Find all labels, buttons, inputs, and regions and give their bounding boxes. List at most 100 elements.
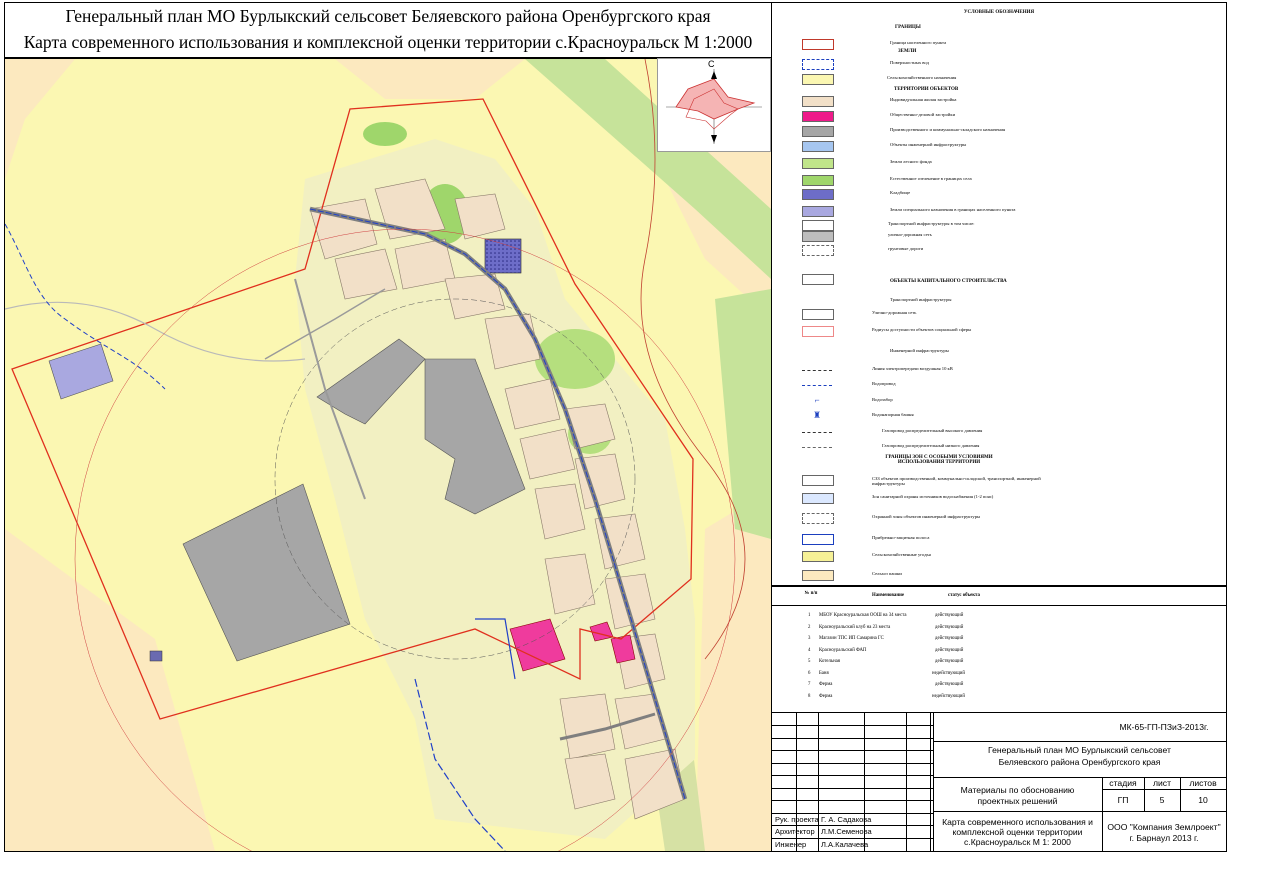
gas-low-swatch <box>802 447 832 448</box>
water-protection-swatch <box>802 493 834 504</box>
legend-section-heading: ТЕРРИТОРИИ ОБЪЕКТОВ <box>894 87 959 92</box>
table-cell-name: Ферма <box>819 694 833 699</box>
legend-item-label: Объекты инженерной инфраструктуры <box>890 142 967 147</box>
legend-item-label: Газопровод распределительный низкого дав… <box>882 443 980 448</box>
table-row: 4 Красноуральский ФАП действующий <box>772 648 1226 660</box>
forest-patch-2 <box>363 122 407 146</box>
street-swatch <box>802 231 834 242</box>
arable-field-se <box>695 489 771 851</box>
legend-item: Газопровод распределительный низкого дав… <box>772 442 1226 456</box>
legend-item: ♜ Водонапорная башня <box>772 411 1226 425</box>
power-line-swatch <box>802 370 832 371</box>
legend-item: Линия электропередачи воздушная 10 кВ <box>772 365 1226 379</box>
table-cell-num: 4 <box>808 648 811 653</box>
materials-line-2: проектных решений <box>977 796 1058 806</box>
table-row: 6 Баня недействующий <box>772 671 1226 683</box>
legend-item: Сельхоз пашни <box>772 570 1226 584</box>
legend-item-label: Улично-дорожная сеть <box>872 310 917 315</box>
table-row: 5 Котельная действующий <box>772 659 1226 671</box>
compass-north-label: С <box>708 59 715 69</box>
street-line-swatch <box>802 309 834 320</box>
legend-panel: УСЛОВНЫЕ ОБОЗНАЧЕНИЯ ГРАНИЦЫ Граница нас… <box>771 2 1227 586</box>
table-cell-status: действующий <box>935 648 964 653</box>
map-canvas[interactable] <box>4 58 772 852</box>
cemetery-swatch <box>802 189 834 200</box>
table-cell-num: 2 <box>808 625 811 630</box>
objects-table-header-name: Наименование <box>872 593 904 598</box>
map-title-line-1: Генеральный план МО Бурлыкский сельсовет… <box>65 6 711 26</box>
coastal-swatch <box>802 534 834 545</box>
legend-item: Граница населенного пункта <box>772 39 1226 53</box>
legend-item: Общественно-деловой застройки <box>772 111 1226 125</box>
stage-value: ГП <box>1117 795 1129 805</box>
table-cell-name: Магазин ТПС ИП Самарина ГС <box>819 636 884 641</box>
water-intake-icon: ⌐ <box>814 395 820 405</box>
legend-item-label: Общественно-деловой застройки <box>890 112 956 117</box>
map-title-block: Генеральный план МО Бурлыкский сельсовет… <box>4 2 772 58</box>
legend-item-label: Сельхоз пашни <box>872 571 902 576</box>
map-title-line-3: с.Красноуральск М 1: 2000 <box>964 837 1071 847</box>
legend-item: Земли специального назначения в границах… <box>772 206 1226 220</box>
south-arrow-icon <box>711 135 717 143</box>
wind-rose-drawing <box>666 69 762 144</box>
signature-role: Архитектор <box>775 827 815 836</box>
table-row: 3 Магазин ТПС ИП Самарина ГС действующий <box>772 636 1226 648</box>
legend-item: Сельскохозяйственного назначения <box>772 74 1226 88</box>
title-block-stamp: Рук. проекта Г. А. Садакова Архитектор Л… <box>771 712 1227 852</box>
capital-objects-swatch <box>802 274 834 285</box>
legend-item-label: Поверхностных вод <box>890 60 929 65</box>
legend-item: Поверхностных вод <box>772 59 1226 73</box>
table-cell-name: Баня <box>819 671 829 676</box>
project-title-line-2: Беляевского района Оренбургского края <box>998 757 1161 767</box>
signature-role: Рук. проекта <box>775 815 819 824</box>
sanitary-zone-swatch <box>802 475 834 486</box>
radius-swatch <box>802 326 834 337</box>
legend-item: Инженерной инфраструктуры <box>772 347 1226 361</box>
legend-item: Сельскохозяйственные угодья <box>772 551 1226 565</box>
signature-name: Г. А. Садакова <box>821 815 872 824</box>
sheet-value: 5 <box>1159 795 1165 805</box>
legend-item: Водопровод <box>772 380 1226 394</box>
table-cell-status: действующий <box>935 625 964 630</box>
table-cell-num: 3 <box>808 636 811 641</box>
legend-item-label: Сельскохозяйственного назначения <box>887 75 957 80</box>
table-cell-name: МБОУ Красноуральская ООШ на 34 места <box>819 613 907 618</box>
table-cell-name: Котельная <box>819 659 841 664</box>
company-name: ООО "Компания Землроект" <box>1107 822 1221 832</box>
residential-swatch <box>802 96 834 107</box>
legend-item: Улично-дорожная сеть <box>772 309 1226 323</box>
legend-item-label: Охранной зоны объектов инженерной инфрас… <box>872 514 981 519</box>
public-swatch <box>802 111 834 122</box>
legend-item: улично-дорожная сеть <box>772 231 1226 245</box>
legend-item: грунтовые дороги <box>772 245 1226 259</box>
legend-item-label: Инженерной инфраструктуры <box>890 348 949 353</box>
legend-item-label: Индивидуальная жилая застройка <box>890 97 957 102</box>
water-swatch <box>802 59 834 70</box>
dirt-road-swatch <box>802 245 834 256</box>
legend-item-label: улично-дорожная сеть <box>888 232 932 237</box>
legend-item-label: Граница населенного пункта <box>890 40 947 45</box>
legend-item: Кладбище <box>772 189 1226 203</box>
table-cell-num: 5 <box>808 659 811 664</box>
table-row: 7 Ферма действующий <box>772 682 1226 694</box>
legend-item-label: Земли специального назначения в границах… <box>890 207 1016 212</box>
legend-item-label: Земли лесного фонда <box>890 159 932 164</box>
legend-item: Радиусы доступности объектов социальной … <box>772 326 1226 340</box>
objects-table-header-status: статус объекта <box>948 593 980 598</box>
table-cell-num: 6 <box>808 671 811 676</box>
arable-swatch <box>802 570 834 581</box>
legend-item <box>772 274 1226 288</box>
map-drawing <box>5 59 771 851</box>
table-cell-status: действующий <box>935 682 964 687</box>
objects-table: № п/п Наименование статус объекта 1 МБОУ… <box>771 586 1227 714</box>
farmland-swatch <box>802 551 834 562</box>
table-cell-name: Ферма <box>819 682 833 687</box>
legend-item-label: Газопровод распределительный высокого да… <box>882 428 983 433</box>
red-boundary-swatch <box>802 39 834 50</box>
legend-item-label: Линия электропередачи воздушная 10 кВ <box>872 366 953 371</box>
legend-item-label: Зон санитарной охраны источников водосна… <box>872 494 994 499</box>
materials-line-1: Материалы по обоснованию <box>960 785 1075 795</box>
map-title-line-2: комплексной оценки территории <box>952 827 1083 837</box>
legend-section-heading: ГРАНИЦЫ ЗОН С ОСОБЫМИ УСЛОВИЯМИ ИСПОЛЬЗО… <box>885 455 993 465</box>
legend-item-label: Прибрежно-защитная полоса <box>872 535 930 540</box>
